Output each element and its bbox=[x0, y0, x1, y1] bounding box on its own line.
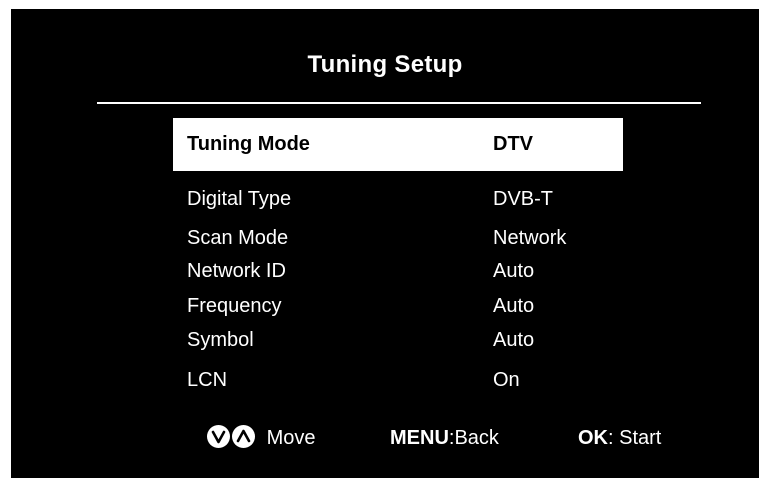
menu-item-value: DVB-T bbox=[493, 188, 553, 210]
menu-item-value: Auto bbox=[493, 329, 535, 351]
menu-item-lcn[interactable]: LCN On bbox=[173, 361, 623, 399]
menu-item-network-id[interactable]: Network ID Auto bbox=[173, 252, 623, 290]
chevron-up-icon bbox=[232, 425, 255, 449]
menu-item-tuning-mode[interactable]: Tuning Mode DTV bbox=[173, 118, 623, 171]
menu-item-label: Frequency bbox=[187, 295, 282, 317]
title-divider bbox=[97, 102, 701, 104]
menu-action-label: :Back bbox=[448, 427, 499, 449]
move-label: Move bbox=[266, 427, 316, 449]
ok-action-label: : Start bbox=[608, 427, 662, 449]
menu-item-symbol[interactable]: Symbol Auto bbox=[173, 321, 623, 359]
menu-item-label: LCN bbox=[187, 369, 228, 391]
chevron-down-icon bbox=[207, 425, 230, 449]
footer-menu-hint: MENU:Back bbox=[390, 423, 499, 453]
menu-title: Tuning Setup bbox=[307, 51, 463, 78]
footer-move-hint: Move bbox=[207, 423, 315, 453]
tuning-setup-screen: Tuning Setup Tuning Mode DTV Digital Typ… bbox=[11, 9, 759, 478]
menu-item-digital-type[interactable]: Digital Type DVB-T bbox=[173, 180, 623, 218]
menu-item-value: On bbox=[493, 369, 520, 391]
menu-item-label: Digital Type bbox=[187, 188, 292, 210]
menu-item-label: Tuning Mode bbox=[187, 133, 310, 155]
menu-key-label: MENU bbox=[390, 427, 449, 449]
menu-item-value: Auto bbox=[493, 295, 535, 317]
menu-item-value: Auto bbox=[493, 260, 535, 282]
menu-item-frequency[interactable]: Frequency Auto bbox=[173, 287, 623, 325]
ok-key-label: OK bbox=[578, 427, 608, 449]
menu-item-label: Network ID bbox=[187, 260, 286, 282]
menu-item-value: DTV bbox=[493, 133, 533, 155]
menu-item-label: Symbol bbox=[187, 329, 254, 351]
footer-ok-hint: OK: Start bbox=[578, 423, 661, 453]
